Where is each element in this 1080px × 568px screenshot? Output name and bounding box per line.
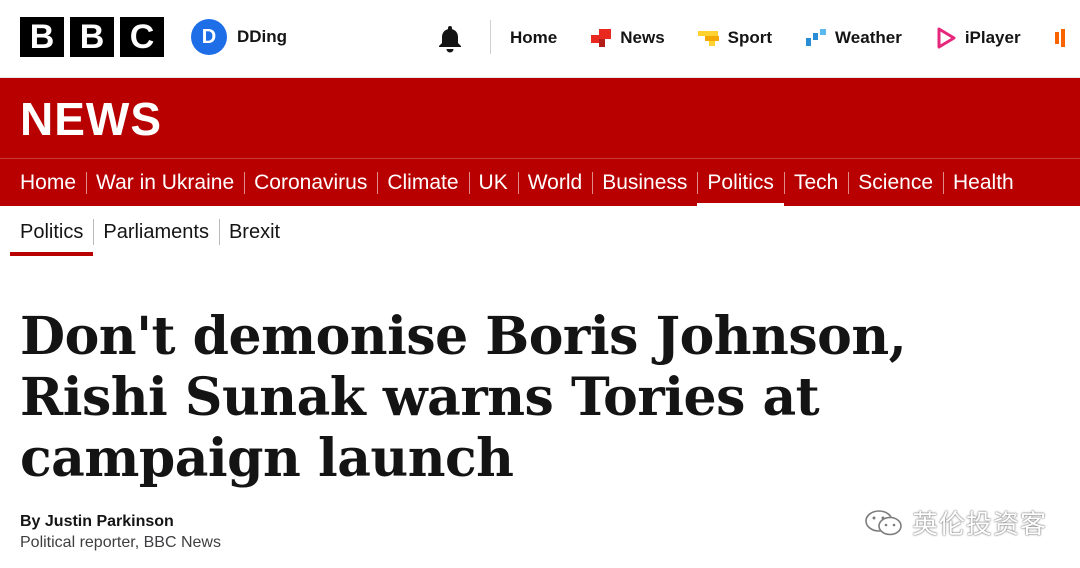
section-nav-item-science[interactable]: Science: [848, 159, 943, 207]
weather-icon: [806, 29, 827, 46]
watermark-text: 英伦投资客: [912, 510, 1048, 540]
section-nav-item-war-in-ukraine[interactable]: War in Ukraine: [86, 159, 244, 207]
section-nav-item-world[interactable]: World: [517, 159, 592, 207]
global-nav-iplayer[interactable]: iPlayer: [934, 26, 1021, 50]
byline-author[interactable]: By Justin Parkinson: [20, 513, 221, 531]
article-headline: Don't demonise Boris Johnson, Rishi Suna…: [20, 306, 907, 489]
account-button[interactable]: D DDing: [191, 19, 287, 55]
watermark: 英伦投资客: [864, 504, 1047, 541]
header-divider: [490, 20, 491, 54]
sub-nav-item-parliaments[interactable]: Parliaments: [93, 206, 219, 258]
sport-icon: [697, 31, 719, 46]
section-list: Home War in Ukraine Coronavirus Climate UK Wo…: [0, 159, 1080, 207]
byline-role: Political reporter, BBC News: [20, 534, 221, 551]
section-nav: Home War in Ukraine Coronavirus Climate UK Wo…: [0, 158, 1080, 207]
section-nav-item-tech[interactable]: Tech: [783, 159, 848, 207]
global-nav-label: News: [620, 28, 665, 47]
account-name: DDing: [237, 27, 288, 46]
news-logo[interactable]: NEWS: [20, 92, 162, 146]
section-nav-item-coronavirus[interactable]: Coronavirus: [244, 159, 377, 207]
avatar: D: [191, 19, 227, 55]
bbc-logo-letter: B: [70, 17, 114, 57]
global-nav-label: Home: [510, 28, 558, 47]
global-nav-label: Sport: [727, 28, 773, 47]
bbc-logo-letter: C: [120, 17, 164, 57]
wechat-icon: [865, 509, 902, 535]
global-nav-label: Weather: [835, 28, 902, 47]
global-nav: Home News Sport Weather iPlayer: [510, 24, 1080, 52]
section-nav-item-home[interactable]: Home: [10, 159, 86, 207]
iplayer-icon: [937, 27, 956, 49]
section-nav-item-climate[interactable]: Climate: [377, 159, 468, 207]
sub-nav-item-brexit[interactable]: Brexit: [218, 206, 290, 258]
bbc-logo[interactable]: B B C: [20, 17, 164, 57]
global-nav-label: iPlayer: [964, 28, 1021, 47]
sub-nav-item-politics[interactable]: Politics: [10, 206, 94, 258]
news-icon: [591, 29, 612, 47]
global-nav-more[interactable]: [1053, 26, 1077, 50]
global-nav-sport[interactable]: Sport: [697, 26, 772, 50]
sounds-icon: [1054, 29, 1065, 47]
global-nav-home[interactable]: Home: [510, 28, 557, 48]
global-header: B B C D DDing Home News Sport Weather iP…: [0, 0, 1080, 78]
sub-nav: Politics Parliaments Brexit: [0, 206, 1080, 258]
global-nav-weather[interactable]: Weather: [804, 26, 902, 50]
notifications-bell-icon[interactable]: [434, 22, 466, 54]
sub-list: Politics Parliaments Brexit: [0, 206, 1080, 258]
bbc-logo-letter: B: [20, 17, 64, 57]
section-nav-item-politics[interactable]: Politics: [697, 159, 784, 207]
byline: By Justin Parkinson Political reporter, …: [20, 513, 221, 552]
global-nav-news[interactable]: News: [589, 26, 665, 50]
news-banner: NEWS: [0, 78, 1080, 158]
section-nav-item-business[interactable]: Business: [592, 159, 697, 207]
section-nav-item-uk[interactable]: UK: [468, 159, 518, 207]
section-nav-item-health[interactable]: Health: [943, 159, 1024, 207]
